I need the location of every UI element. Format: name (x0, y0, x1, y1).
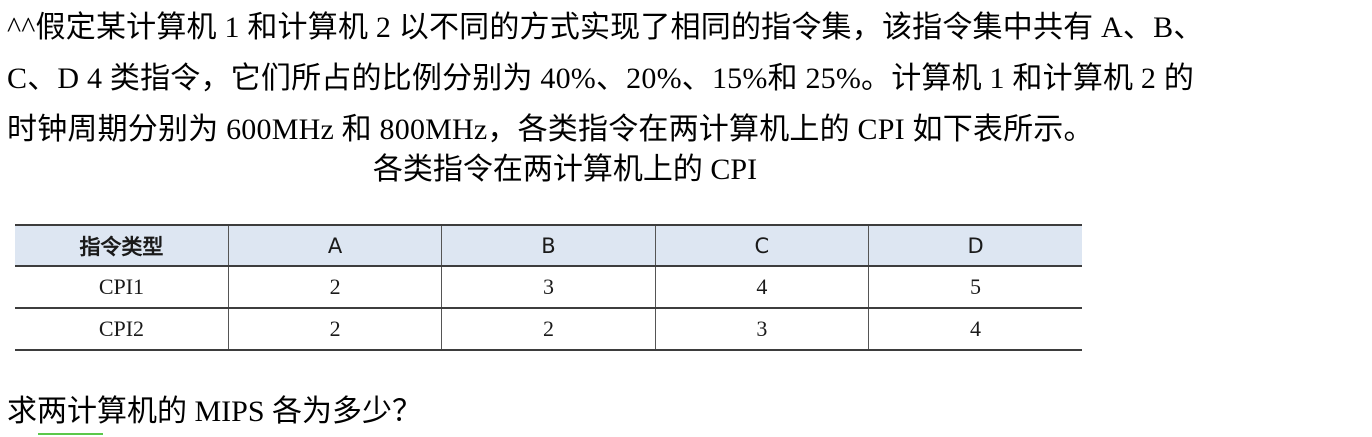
table-header-row: 指令类型 A B C D (15, 224, 1082, 267)
header-c: C (654, 224, 869, 267)
problem-statement: ^^假定某计算机 1 和计算机 2 以不同的方式实现了相同的指令集，该指令集中共… (7, 2, 1362, 155)
table-row: CPI1 2 3 4 5 (15, 266, 1082, 309)
header-a: A (227, 224, 442, 267)
cell-value: 2 (227, 266, 442, 309)
question-text: 求两计算机的 MIPS 各为多少？ (7, 395, 423, 428)
cell-value: 5 (868, 266, 1082, 309)
cell-value: 2 (227, 308, 442, 351)
table-row: CPI2 2 2 3 4 (15, 308, 1082, 351)
cell-value: 2 (441, 308, 656, 351)
header-d: D (868, 224, 1082, 267)
cpi-table: 指令类型 A B C D CPI1 2 3 4 5 CPI2 2 2 3 4 (15, 224, 1082, 351)
row-label: CPI2 (15, 308, 229, 351)
highlight-underline (38, 433, 103, 435)
header-b: B (441, 224, 656, 267)
problem-line-1: ^^假定某计算机 1 和计算机 2 以不同的方式实现了相同的指令集，该指令集中共… (7, 11, 1204, 44)
header-instruction-type: 指令类型 (15, 224, 229, 267)
row-label: CPI1 (15, 266, 229, 309)
problem-line-2: C、D 4 类指令，它们所占的比例分别为 40%、20%、15%和 25%。计算… (7, 62, 1195, 95)
table-caption: 各类指令在两计算机上的 CPI (372, 153, 758, 186)
cell-value: 3 (654, 308, 869, 351)
cell-value: 4 (868, 308, 1082, 351)
cell-value: 4 (654, 266, 869, 309)
cell-value: 3 (441, 266, 656, 309)
